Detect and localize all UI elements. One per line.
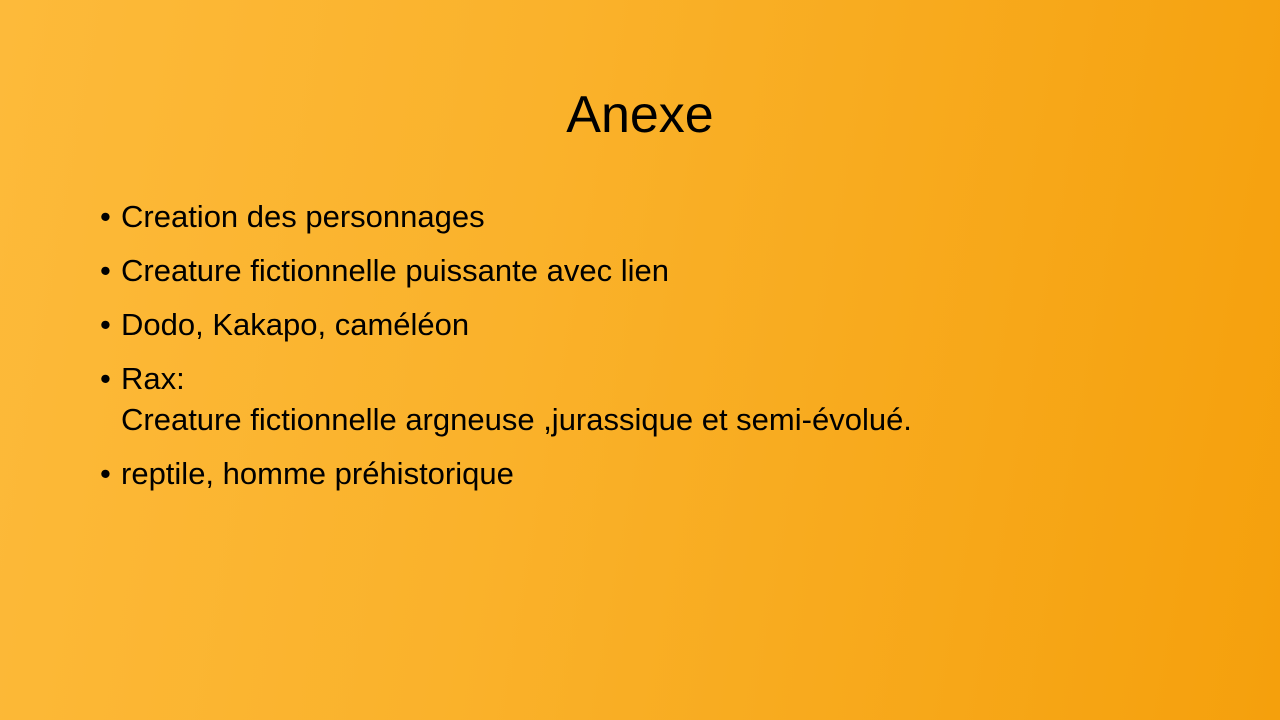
bullet-line: Creature fictionnelle argneuse ,jurassiq…: [121, 402, 912, 437]
bullet-dot-icon: •: [100, 253, 111, 288]
bullet-line: Dodo, Kakapo, caméléon: [121, 307, 470, 342]
bullet-text: Creature fictionnelle puissante avec lie…: [121, 250, 1200, 291]
bullet-item: • Creature fictionnelle puissante avec l…: [100, 250, 1200, 291]
bullet-list: • Creation des personnages • Creature fi…: [100, 196, 1200, 507]
bullet-dot-icon: •: [100, 199, 111, 234]
bullet-item: • reptile, homme préhistorique: [100, 453, 1200, 494]
bullet-line: Creation des personnages: [121, 199, 485, 234]
bullet-text: reptile, homme préhistorique: [121, 453, 1200, 494]
bullet-text: Creation des personnages: [121, 196, 1200, 237]
bullet-text: Rax: Creature fictionnelle argneuse ,jur…: [121, 358, 1200, 440]
bullet-line: Rax:: [121, 361, 185, 396]
bullet-dot-icon: •: [100, 361, 111, 396]
bullet-item: • Dodo, Kakapo, caméléon: [100, 304, 1200, 345]
bullet-text: Dodo, Kakapo, caméléon: [121, 304, 1200, 345]
bullet-line: Creature fictionnelle puissante avec lie…: [121, 253, 669, 288]
bullet-dot-icon: •: [100, 456, 111, 491]
bullet-line: reptile, homme préhistorique: [121, 456, 514, 491]
bullet-dot-icon: •: [100, 307, 111, 342]
bullet-item: • Creation des personnages: [100, 196, 1200, 237]
slide: Anexe • Creation des personnages • Creat…: [0, 0, 1280, 720]
slide-title: Anexe: [566, 86, 714, 144]
bullet-item: • Rax: Creature fictionnelle argneuse ,j…: [100, 358, 1200, 440]
